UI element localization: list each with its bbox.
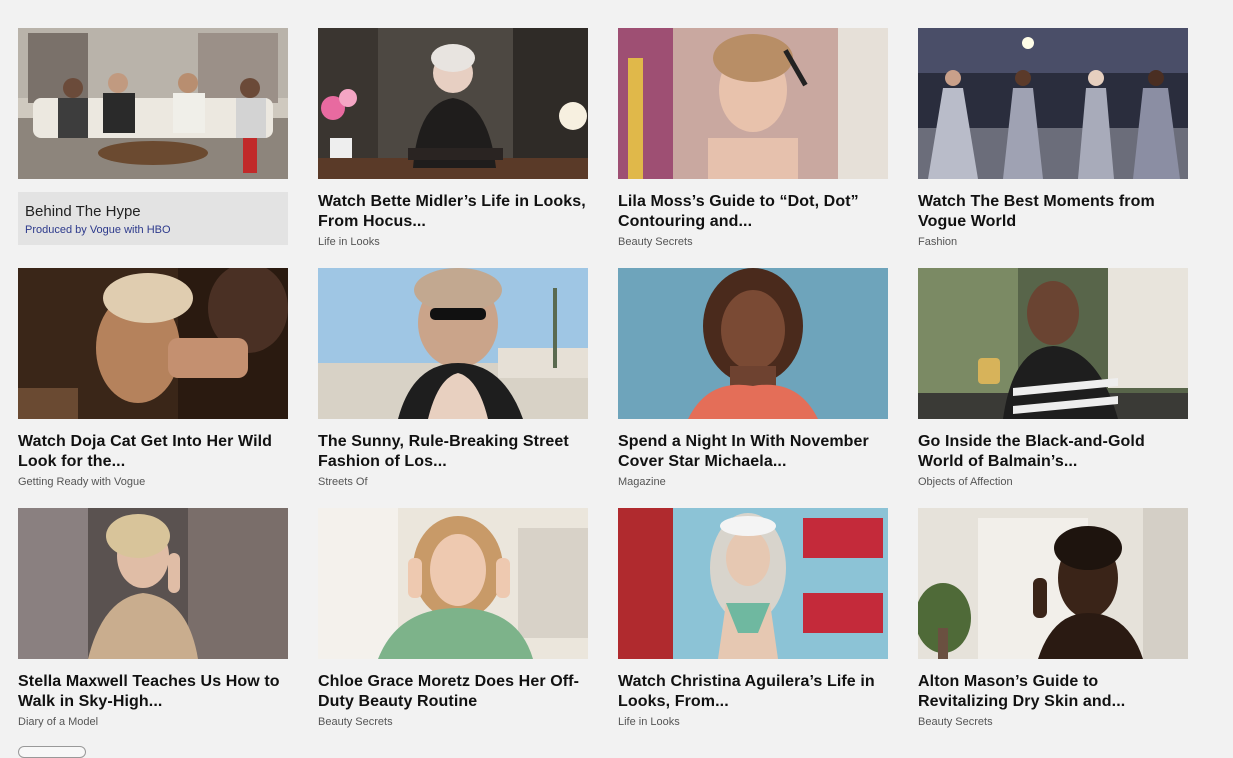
video-category[interactable]: Getting Ready with Vogue [18, 476, 288, 489]
sponsor-box[interactable]: Behind The Hype Produced by Vogue with H… [18, 192, 288, 245]
video-card[interactable]: Spend a Night In With November Cover Sta… [618, 268, 888, 489]
video-card[interactable]: Lila Moss’s Guide to “Dot, Dot” Contouri… [618, 28, 888, 249]
doja-cat-image[interactable] [18, 268, 288, 419]
video-card[interactable]: Watch Bette Midler’s Life in Looks, From… [318, 28, 588, 249]
video-category[interactable]: Life in Looks [618, 716, 888, 729]
video-category[interactable]: Beauty Secrets [618, 236, 888, 249]
video-category[interactable]: Beauty Secrets [918, 716, 1188, 729]
video-title[interactable]: Chloe Grace Moretz Does Her Off-Duty Bea… [318, 672, 588, 712]
video-card[interactable]: Watch The Best Moments from Vogue World … [918, 28, 1188, 249]
video-category[interactable]: Magazine [618, 476, 888, 489]
panel-discussion-image[interactable] [18, 28, 288, 179]
video-card[interactable] [18, 28, 288, 179]
video-category[interactable]: Streets Of [318, 476, 588, 489]
balmain-image[interactable] [918, 268, 1188, 419]
bette-midler-image[interactable] [318, 28, 588, 179]
vogue-world-runway-image[interactable] [918, 28, 1188, 179]
video-title[interactable]: Watch Christina Aguilera’s Life in Looks… [618, 672, 888, 712]
video-category[interactable]: Life in Looks [318, 236, 588, 249]
video-category[interactable]: Objects of Affection [918, 476, 1188, 489]
load-more-button[interactable] [18, 746, 86, 758]
video-card[interactable]: Watch Christina Aguilera’s Life in Looks… [618, 508, 888, 729]
video-grid: Behind The Hype Produced by Vogue with H… [0, 0, 1233, 750]
video-card[interactable]: The Sunny, Rule-Breaking Street Fashion … [318, 268, 588, 489]
video-card[interactable]: Go Inside the Black-and-Gold World of Ba… [918, 268, 1188, 489]
video-title[interactable]: Watch Bette Midler’s Life in Looks, From… [318, 192, 588, 232]
video-title[interactable]: Alton Mason’s Guide to Revitalizing Dry … [918, 672, 1188, 712]
video-title[interactable]: Watch Doja Cat Get Into Her Wild Look fo… [18, 432, 288, 472]
chloe-moretz-image[interactable] [318, 508, 588, 659]
lila-moss-image[interactable] [618, 28, 888, 179]
video-card[interactable]: Stella Maxwell Teaches Us How to Walk in… [18, 508, 288, 729]
video-card[interactable]: Chloe Grace Moretz Does Her Off-Duty Bea… [318, 508, 588, 729]
video-card[interactable]: Alton Mason’s Guide to Revitalizing Dry … [918, 508, 1188, 729]
michaela-coel-image[interactable] [618, 268, 888, 419]
video-title[interactable]: Watch The Best Moments from Vogue World [918, 192, 1188, 232]
video-category[interactable]: Diary of a Model [18, 716, 288, 729]
video-title[interactable]: Spend a Night In With November Cover Sta… [618, 432, 888, 472]
stella-maxwell-image[interactable] [18, 508, 288, 659]
video-title[interactable]: Go Inside the Black-and-Gold World of Ba… [918, 432, 1188, 472]
street-fashion-image[interactable] [318, 268, 588, 419]
series-title[interactable]: Behind The Hype [25, 203, 141, 220]
christina-aguilera-image[interactable] [618, 508, 888, 659]
alton-mason-image[interactable] [918, 508, 1188, 659]
video-title[interactable]: Lila Moss’s Guide to “Dot, Dot” Contouri… [618, 192, 888, 232]
video-card[interactable]: Watch Doja Cat Get Into Her Wild Look fo… [18, 268, 288, 489]
video-title[interactable]: The Sunny, Rule-Breaking Street Fashion … [318, 432, 588, 472]
video-category[interactable]: Fashion [918, 236, 1188, 249]
video-category[interactable]: Beauty Secrets [318, 716, 588, 729]
sponsor-credit: Produced by Vogue with HBO [25, 224, 171, 236]
video-title[interactable]: Stella Maxwell Teaches Us How to Walk in… [18, 672, 288, 712]
